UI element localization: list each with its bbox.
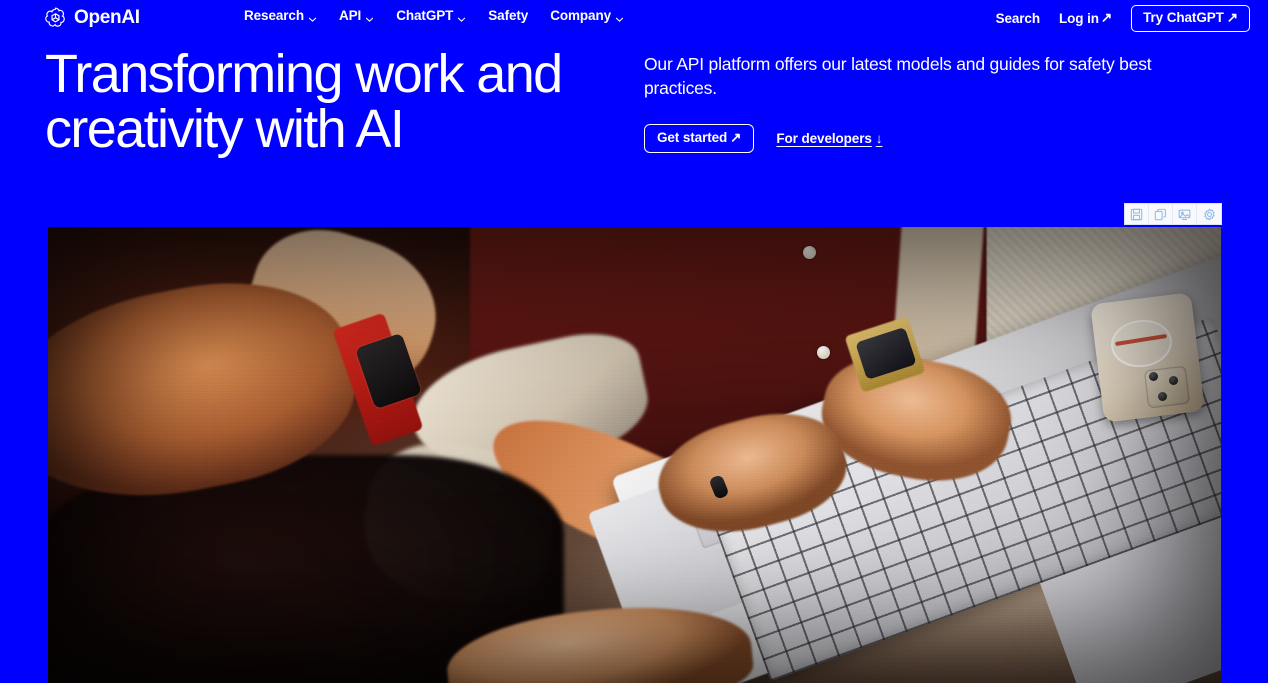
nav-label-safety: Safety xyxy=(488,8,529,23)
brand-name: OpenAI xyxy=(74,6,140,28)
image-settings-button[interactable] xyxy=(1197,204,1221,224)
external-arrow-icon: ↗ xyxy=(1100,10,1113,26)
nav-item-company[interactable]: Company xyxy=(550,8,624,23)
main-navigation: Research API ChatGPT Safety Company xyxy=(244,8,624,23)
get-started-label: Get started xyxy=(657,130,728,145)
chevron-down-icon xyxy=(308,12,317,22)
external-arrow-icon: ↗ xyxy=(1226,10,1238,25)
openai-logo-icon xyxy=(44,6,67,29)
login-link[interactable]: Log in ↗ xyxy=(1059,10,1112,26)
gear-icon xyxy=(1203,207,1216,221)
hero-image xyxy=(48,227,1221,683)
chevron-down-icon xyxy=(615,12,624,22)
for-developers-label: For developers xyxy=(776,130,872,146)
chevron-down-icon xyxy=(365,12,374,22)
external-arrow-icon: ↗ xyxy=(730,130,742,145)
image-icon xyxy=(1178,208,1191,221)
brand-logo[interactable]: OpenAI xyxy=(44,4,140,30)
nav-item-research[interactable]: Research xyxy=(244,8,317,23)
open-image-button[interactable] xyxy=(1173,204,1197,224)
for-developers-link[interactable]: For developers ↓ xyxy=(776,131,882,146)
hero-title: Transforming work and creativity with AI xyxy=(45,44,563,159)
search-button[interactable]: Search xyxy=(995,10,1041,26)
image-toolbar xyxy=(1124,203,1222,225)
down-arrow-icon: ↓ xyxy=(875,130,883,146)
copy-icon xyxy=(1154,208,1167,221)
copy-image-button[interactable] xyxy=(1149,204,1173,224)
get-started-button[interactable]: Get started ↗ xyxy=(644,124,755,153)
hero-photo xyxy=(48,227,1221,683)
nav-item-safety[interactable]: Safety xyxy=(488,8,528,23)
nav-label-chatgpt: ChatGPT xyxy=(396,8,454,23)
search-label: Search xyxy=(995,10,1041,26)
nav-label-research: Research xyxy=(244,8,304,23)
nav-item-api[interactable]: API xyxy=(339,8,374,23)
try-chatgpt-label: Try ChatGPT xyxy=(1143,10,1224,25)
hero-actions: Get started ↗ For developers ↓ xyxy=(644,124,1224,153)
try-chatgpt-button[interactable]: Try ChatGPT ↗ xyxy=(1131,5,1250,32)
nav-label-api: API xyxy=(339,8,362,23)
hero-subtitle: Our API platform offers our latest model… xyxy=(644,54,1152,98)
header-actions: Search Log in ↗ Try ChatGPT ↗ xyxy=(996,5,1250,32)
page-root: OpenAI Research API ChatGPT Safety Compa… xyxy=(0,0,1268,683)
hero-copy-block: Our API platform offers our latest model… xyxy=(644,52,1224,153)
nav-label-company: Company xyxy=(550,8,612,23)
save-icon xyxy=(1130,208,1143,221)
save-image-button[interactable] xyxy=(1125,204,1149,224)
login-label: Log in xyxy=(1059,10,1099,26)
chevron-down-icon xyxy=(457,12,466,22)
nav-item-chatgpt[interactable]: ChatGPT xyxy=(396,8,466,23)
site-header: OpenAI Research API ChatGPT Safety Compa… xyxy=(0,0,1268,34)
